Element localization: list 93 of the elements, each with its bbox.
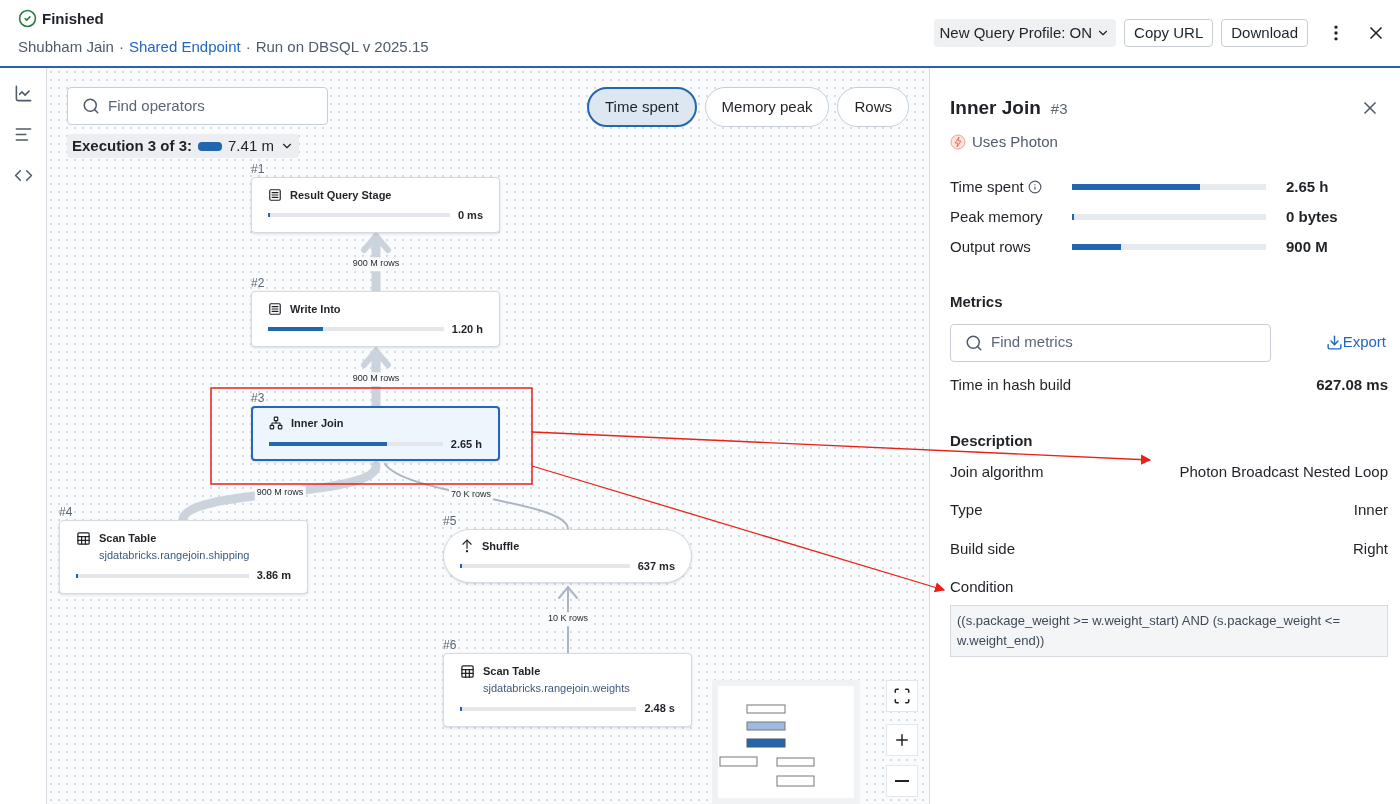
stat-value: 0 bytes — [1286, 206, 1338, 227]
search-field[interactable]: Find operators — [67, 87, 328, 125]
separator-dot: · — [118, 37, 124, 57]
download-icon — [1325, 334, 1343, 351]
operator-node[interactable]: Scan Table sjdatabricks.rangejoin.shipping 3.86 m — [59, 520, 308, 594]
status-text: Finished — [42, 8, 104, 29]
node-number: #4 — [59, 504, 73, 521]
stat-value: 2.65 h — [1286, 176, 1329, 197]
node-value: 637 ms — [637, 559, 675, 574]
zoom-in-button[interactable] — [886, 724, 918, 756]
operator-node[interactable]: Inner Join 2.65 h — [251, 406, 500, 461]
section-heading: Metrics — [950, 292, 1004, 312]
export-link[interactable]: Export — [1325, 331, 1388, 354]
plus-icon — [893, 731, 911, 749]
node-title: Inner Join — [291, 416, 344, 431]
info-icon[interactable] — [1027, 180, 1042, 194]
node-number: #5 — [443, 513, 457, 530]
operator-node[interactable]: Write Into 1.20 h — [251, 291, 500, 347]
node-number: #6 — [443, 637, 457, 654]
condition-code: ((s.package_weight >= w.weight_start) AND (s.package_weight <= w.weight_end)) — [950, 604, 1388, 657]
photon-icon — [950, 133, 966, 150]
join-icon — [269, 416, 283, 430]
node-value: 1.20 h — [451, 322, 483, 337]
metric-tab[interactable]: Memory peak — [704, 87, 830, 127]
description-label: Build side — [950, 538, 1016, 559]
execution-value: 7.41 m — [228, 135, 274, 156]
fit-view-button[interactable] — [886, 680, 918, 712]
photon-label: Uses Photon — [972, 131, 1058, 152]
metric-tab[interactable]: Time spent — [586, 87, 697, 127]
node-title: Scan Table — [99, 531, 158, 547]
node-value: 2.65 h — [450, 436, 482, 452]
expand-corners-icon — [893, 687, 911, 705]
duration-swatch — [198, 141, 223, 151]
section-heading: Description — [950, 431, 1034, 451]
description-label: Type — [950, 500, 983, 520]
owner-name: Shubham Jain — [18, 37, 114, 57]
metric-label: Time in hash build — [950, 374, 1072, 395]
metrics-search-field[interactable]: Find metrics — [950, 323, 1271, 362]
separator-dot: · — [245, 37, 251, 57]
check-circle-icon — [18, 9, 37, 29]
line-chart-icon[interactable] — [13, 84, 33, 103]
lines-icon[interactable] — [13, 125, 33, 144]
search-icon — [965, 333, 983, 352]
list-icon — [268, 187, 282, 202]
description-label: Condition — [950, 577, 1015, 597]
stat-label: Peak memory — [950, 206, 1043, 227]
operator-node[interactable]: Result Query Stage 0 ms — [251, 177, 500, 233]
arrow-up-icon — [460, 538, 474, 553]
copy-url-button[interactable]: Copy URL — [1124, 19, 1214, 47]
stat-value: 900 M — [1286, 236, 1328, 257]
node-value: 2.48 s — [644, 701, 675, 717]
node-number: #3 — [251, 390, 265, 407]
node-number: #3 — [1050, 99, 1068, 119]
stat-label: Time spent — [950, 176, 1024, 197]
edge-label: 10 K rows — [546, 612, 590, 626]
node-title: Shuffle — [482, 538, 520, 554]
metrics-search-input[interactable]: Find metrics — [991, 331, 1241, 354]
node-title: Write Into — [290, 301, 341, 317]
description-value: Inner — [1353, 500, 1388, 520]
node-number: #1 — [251, 161, 265, 178]
run-version: Run on DBSQL v 2025.15 — [255, 37, 429, 57]
edge-label: 900 M rows — [350, 257, 402, 271]
operator-node[interactable]: Shuffle 637 ms — [443, 529, 692, 583]
download-button[interactable]: Download — [1221, 19, 1308, 47]
description-value: Right — [1352, 538, 1388, 559]
node-title: Scan Table — [483, 664, 542, 680]
edge-label: 900 M rows — [350, 372, 402, 386]
list-icon — [268, 301, 282, 316]
edge-label: 70 K rows — [449, 488, 493, 502]
description-value: Photon Broadcast Nested Loop — [1179, 461, 1388, 482]
execution-selector[interactable]: Execution 3 of 3: 7.41 m — [67, 134, 299, 158]
node-value: 3.86 m — [256, 568, 291, 584]
endpoint-link[interactable]: Shared Endpoint — [128, 36, 241, 59]
zoom-out-button[interactable] — [886, 765, 918, 797]
node-number: #2 — [251, 275, 265, 292]
description-label: Join algorithm — [950, 461, 1044, 482]
node-subtitle: sjdatabricks.rangejoin.shipping — [99, 547, 250, 563]
search-icon — [82, 97, 100, 115]
operator-node[interactable]: Scan Table sjdatabricks.rangejoin.weights 2.48 s — [443, 653, 692, 727]
minus-icon — [895, 780, 909, 782]
node-subtitle: sjdatabricks.rangejoin.weights — [483, 680, 630, 696]
metric-value: 627.08 ms — [1316, 374, 1388, 395]
table-icon — [460, 664, 475, 680]
node-value: 0 ms — [457, 208, 483, 223]
panel-title: Inner Join — [950, 96, 1041, 120]
profile-toggle-dropdown[interactable]: New Query Profile: ON — [933, 19, 1117, 47]
node-title: Result Query Stage — [290, 187, 392, 203]
search-input[interactable]: Find operators — [108, 94, 307, 118]
metric-tab[interactable]: Rows — [837, 87, 909, 127]
stat-label: Output rows — [950, 236, 1031, 257]
execution-label: Execution 3 of 3: — [72, 135, 193, 156]
table-icon — [76, 531, 91, 547]
edge-label: 900 M rows — [254, 486, 306, 500]
